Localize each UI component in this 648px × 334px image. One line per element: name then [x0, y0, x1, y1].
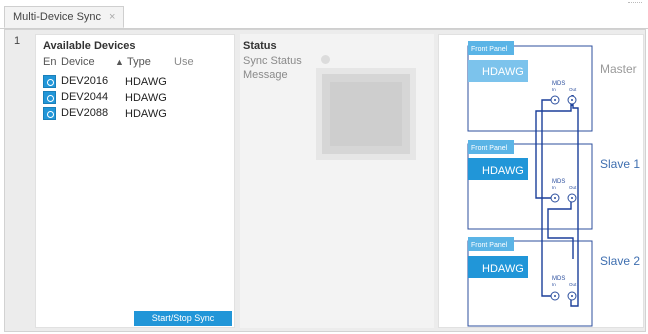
enable-checkbox-dev2016[interactable]: [43, 75, 56, 88]
role-label-master: Master: [600, 62, 637, 76]
status-title: Status: [243, 40, 277, 52]
devices-title: Available Devices: [43, 40, 136, 52]
hdawg-label-slave-2: HDAWG: [482, 263, 524, 275]
mds-out-label-slave-2: Out: [569, 282, 577, 287]
start-stop-sync-button[interactable]: Start/Stop Sync: [134, 311, 232, 326]
device-id-dev2088: DEV2088: [61, 107, 109, 119]
mds-in-label-slave-1: In: [552, 185, 556, 190]
message-display: [316, 68, 416, 160]
role-label-slave-2: Slave 2: [600, 254, 640, 268]
sync-diagram: Front Panel Front Panel Front Panel HDAW…: [467, 41, 640, 327]
tab-label: Multi-Device Sync: [13, 11, 102, 23]
sort-ascending-icon[interactable]: ▲: [115, 57, 124, 67]
device-type-dev2044: HDAWG: [125, 92, 167, 104]
front-panel-label-master: Front Panel: [471, 46, 508, 53]
window-menu-icon[interactable]: [628, 2, 642, 6]
device-id-dev2016: DEV2016: [61, 75, 109, 87]
column-en[interactable]: En: [43, 56, 56, 68]
enable-checkbox-dev2044[interactable]: [43, 91, 56, 104]
column-use[interactable]: Use: [174, 56, 194, 68]
device-type-dev2016: HDAWG: [125, 76, 167, 88]
sync-status-indicator: [321, 55, 330, 64]
mds-out-label-master: Out: [569, 87, 577, 92]
mds-in-label-master: In: [552, 87, 556, 92]
front-panel-label-slave-2: Front Panel: [471, 242, 508, 249]
mds-out-label-slave-1: Out: [569, 185, 577, 190]
column-device[interactable]: Device: [61, 56, 95, 68]
mds-in-label-slave-2: In: [552, 282, 556, 287]
column-type[interactable]: Type: [127, 56, 151, 68]
message-label: Message: [243, 69, 288, 81]
front-panel-label-slave-1: Front Panel: [471, 145, 508, 152]
tab-multi-device-sync[interactable]: Multi-Device Sync ×: [4, 6, 125, 28]
hdawg-label-slave-1: HDAWG: [482, 165, 524, 177]
hdawg-label-master: HDAWG: [482, 66, 524, 78]
sync-status-label: Sync Status: [243, 55, 302, 67]
instance-index: 1: [13, 35, 21, 47]
role-label-slave-1: Slave 1: [600, 157, 640, 171]
close-icon[interactable]: ×: [109, 11, 115, 23]
enable-checkbox-dev2088[interactable]: [43, 107, 56, 120]
device-type-dev2088: HDAWG: [125, 108, 167, 120]
device-id-dev2044: DEV2044: [61, 91, 109, 103]
